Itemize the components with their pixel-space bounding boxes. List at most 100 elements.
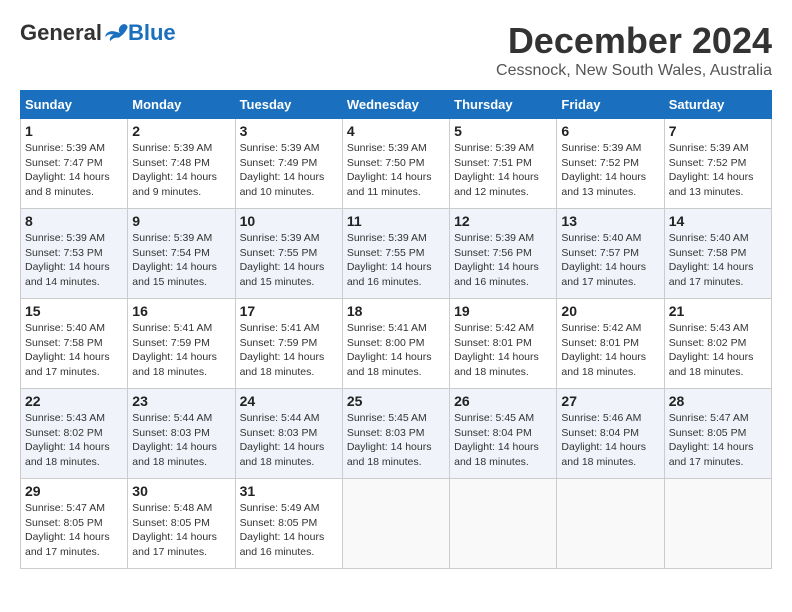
calendar-row: 22Sunrise: 5:43 AMSunset: 8:02 PMDayligh… — [21, 389, 772, 479]
day-detail: Sunrise: 5:47 AMSunset: 8:05 PMDaylight:… — [669, 411, 767, 470]
calendar-cell: 11 Sunrise: 5:39 AMSunset: 7:55 PMDayligh… — [342, 209, 449, 299]
calendar-cell — [664, 479, 771, 569]
location-text: Cessnock, New South Wales, Australia — [496, 62, 772, 80]
day-number: 14 — [669, 213, 767, 229]
day-number: 26 — [454, 393, 552, 409]
calendar-cell: 7 Sunrise: 5:39 AMSunset: 7:52 PMDaylight… — [664, 119, 771, 209]
logo: General Blue — [20, 20, 176, 46]
day-detail: Sunrise: 5:39 AMSunset: 7:55 PMDaylight:… — [240, 231, 338, 290]
calendar-cell: 29 Sunrise: 5:47 AMSunset: 8:05 PMDayligh… — [21, 479, 128, 569]
day-detail: Sunrise: 5:39 AMSunset: 7:53 PMDaylight:… — [25, 231, 123, 290]
day-number: 7 — [669, 123, 767, 139]
day-detail: Sunrise: 5:45 AMSunset: 8:03 PMDaylight:… — [347, 411, 445, 470]
day-detail: Sunrise: 5:39 AMSunset: 7:54 PMDaylight:… — [132, 231, 230, 290]
logo-blue-text: Blue — [128, 20, 176, 46]
day-number: 8 — [25, 213, 123, 229]
calendar-cell: 18 Sunrise: 5:41 AMSunset: 8:00 PMDayligh… — [342, 299, 449, 389]
calendar-cell — [557, 479, 664, 569]
calendar-cell: 30 Sunrise: 5:48 AMSunset: 8:05 PMDayligh… — [128, 479, 235, 569]
calendar-cell: 24 Sunrise: 5:44 AMSunset: 8:03 PMDayligh… — [235, 389, 342, 479]
calendar-cell — [450, 479, 557, 569]
day-number: 17 — [240, 303, 338, 319]
day-number: 28 — [669, 393, 767, 409]
day-detail: Sunrise: 5:48 AMSunset: 8:05 PMDaylight:… — [132, 501, 230, 560]
day-number: 5 — [454, 123, 552, 139]
day-detail: Sunrise: 5:44 AMSunset: 8:03 PMDaylight:… — [132, 411, 230, 470]
title-area: December 2024 Cessnock, New South Wales,… — [496, 20, 772, 80]
day-detail: Sunrise: 5:39 AMSunset: 7:49 PMDaylight:… — [240, 141, 338, 200]
logo-bird-icon — [104, 23, 128, 43]
day-detail: Sunrise: 5:46 AMSunset: 8:04 PMDaylight:… — [561, 411, 659, 470]
day-detail: Sunrise: 5:39 AMSunset: 7:47 PMDaylight:… — [25, 141, 123, 200]
day-number: 24 — [240, 393, 338, 409]
day-detail: Sunrise: 5:49 AMSunset: 8:05 PMDaylight:… — [240, 501, 338, 560]
calendar-cell: 3 Sunrise: 5:39 AMSunset: 7:49 PMDaylight… — [235, 119, 342, 209]
column-header-monday: Monday — [128, 91, 235, 119]
header: General Blue December 2024 Cessnock, New… — [20, 20, 772, 80]
day-number: 3 — [240, 123, 338, 139]
day-detail: Sunrise: 5:44 AMSunset: 8:03 PMDaylight:… — [240, 411, 338, 470]
calendar-cell: 26 Sunrise: 5:45 AMSunset: 8:04 PMDayligh… — [450, 389, 557, 479]
calendar-cell: 28 Sunrise: 5:47 AMSunset: 8:05 PMDayligh… — [664, 389, 771, 479]
column-header-saturday: Saturday — [664, 91, 771, 119]
calendar-cell: 31Sunrise: 5:49 AMSunset: 8:05 PMDayligh… — [235, 479, 342, 569]
day-detail: Sunrise: 5:45 AMSunset: 8:04 PMDaylight:… — [454, 411, 552, 470]
day-detail: Sunrise: 5:41 AMSunset: 7:59 PMDaylight:… — [132, 321, 230, 380]
calendar-cell: 4Sunrise: 5:39 AMSunset: 7:50 PMDaylight… — [342, 119, 449, 209]
day-number: 29 — [25, 483, 123, 499]
day-number: 4 — [347, 123, 445, 139]
day-number: 13 — [561, 213, 659, 229]
day-detail: Sunrise: 5:39 AMSunset: 7:52 PMDaylight:… — [669, 141, 767, 200]
day-number: 1 — [25, 123, 123, 139]
column-header-thursday: Thursday — [450, 91, 557, 119]
day-number: 9 — [132, 213, 230, 229]
day-detail: Sunrise: 5:39 AMSunset: 7:48 PMDaylight:… — [132, 141, 230, 200]
day-detail: Sunrise: 5:43 AMSunset: 8:02 PMDaylight:… — [669, 321, 767, 380]
day-detail: Sunrise: 5:40 AMSunset: 7:58 PMDaylight:… — [25, 321, 123, 380]
calendar-cell: 10 Sunrise: 5:39 AMSunset: 7:55 PMDayligh… — [235, 209, 342, 299]
calendar-cell: 23Sunrise: 5:44 AMSunset: 8:03 PMDayligh… — [128, 389, 235, 479]
calendar-cell: 16 Sunrise: 5:41 AMSunset: 7:59 PMDayligh… — [128, 299, 235, 389]
day-detail: Sunrise: 5:41 AMSunset: 8:00 PMDaylight:… — [347, 321, 445, 380]
calendar-cell: 14 Sunrise: 5:40 AMSunset: 7:58 PMDayligh… — [664, 209, 771, 299]
calendar-cell: 9 Sunrise: 5:39 AMSunset: 7:54 PMDaylight… — [128, 209, 235, 299]
day-detail: Sunrise: 5:41 AMSunset: 7:59 PMDaylight:… — [240, 321, 338, 380]
day-number: 2 — [132, 123, 230, 139]
day-number: 6 — [561, 123, 659, 139]
calendar-row: 1 Sunrise: 5:39 AMSunset: 7:47 PMDaylight… — [21, 119, 772, 209]
day-number: 10 — [240, 213, 338, 229]
day-number: 16 — [132, 303, 230, 319]
calendar-cell: 15 Sunrise: 5:40 AMSunset: 7:58 PMDayligh… — [21, 299, 128, 389]
day-detail: Sunrise: 5:47 AMSunset: 8:05 PMDaylight:… — [25, 501, 123, 560]
calendar-cell: 13 Sunrise: 5:40 AMSunset: 7:57 PMDayligh… — [557, 209, 664, 299]
day-number: 20 — [561, 303, 659, 319]
calendar-cell — [342, 479, 449, 569]
day-number: 19 — [454, 303, 552, 319]
day-detail: Sunrise: 5:39 AMSunset: 7:56 PMDaylight:… — [454, 231, 552, 290]
day-number: 30 — [132, 483, 230, 499]
day-number: 11 — [347, 213, 445, 229]
calendar-row: 8 Sunrise: 5:39 AMSunset: 7:53 PMDaylight… — [21, 209, 772, 299]
calendar-cell: 1 Sunrise: 5:39 AMSunset: 7:47 PMDaylight… — [21, 119, 128, 209]
calendar-cell: 20 Sunrise: 5:42 AMSunset: 8:01 PMDayligh… — [557, 299, 664, 389]
calendar-cell: 2 Sunrise: 5:39 AMSunset: 7:48 PMDaylight… — [128, 119, 235, 209]
calendar-cell: 25Sunrise: 5:45 AMSunset: 8:03 PMDayligh… — [342, 389, 449, 479]
day-detail: Sunrise: 5:40 AMSunset: 7:57 PMDaylight:… — [561, 231, 659, 290]
column-header-wednesday: Wednesday — [342, 91, 449, 119]
calendar-row: 15 Sunrise: 5:40 AMSunset: 7:58 PMDayligh… — [21, 299, 772, 389]
day-number: 18 — [347, 303, 445, 319]
day-number: 22 — [25, 393, 123, 409]
day-detail: Sunrise: 5:42 AMSunset: 8:01 PMDaylight:… — [561, 321, 659, 380]
day-detail: Sunrise: 5:42 AMSunset: 8:01 PMDaylight:… — [454, 321, 552, 380]
column-header-friday: Friday — [557, 91, 664, 119]
calendar-cell: 12 Sunrise: 5:39 AMSunset: 7:56 PMDayligh… — [450, 209, 557, 299]
day-number: 27 — [561, 393, 659, 409]
month-title: December 2024 — [496, 20, 772, 62]
day-detail: Sunrise: 5:39 AMSunset: 7:52 PMDaylight:… — [561, 141, 659, 200]
column-header-tuesday: Tuesday — [235, 91, 342, 119]
day-number: 15 — [25, 303, 123, 319]
day-detail: Sunrise: 5:40 AMSunset: 7:58 PMDaylight:… — [669, 231, 767, 290]
calendar-cell: 27 Sunrise: 5:46 AMSunset: 8:04 PMDayligh… — [557, 389, 664, 479]
day-number: 12 — [454, 213, 552, 229]
day-detail: Sunrise: 5:39 AMSunset: 7:55 PMDaylight:… — [347, 231, 445, 290]
